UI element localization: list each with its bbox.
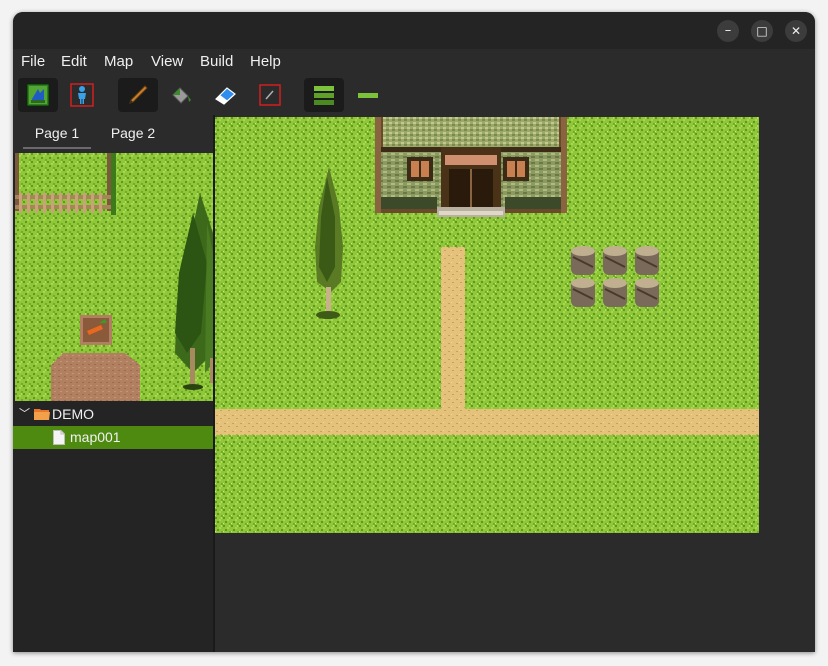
tileset-panel: Page 1 Page 2 ﹀ DEMO map001 bbox=[13, 115, 214, 652]
close-button[interactable]: ✕ bbox=[785, 20, 807, 42]
pencil-button[interactable] bbox=[118, 78, 158, 112]
pencil-icon bbox=[129, 85, 148, 104]
maximize-button[interactable]: □ bbox=[751, 20, 773, 42]
minimize-button[interactable]: – bbox=[717, 20, 739, 42]
menu-help[interactable]: Help bbox=[250, 52, 281, 72]
toolbar bbox=[13, 75, 815, 115]
stump bbox=[635, 278, 659, 307]
stump bbox=[603, 278, 627, 307]
menu-edit[interactable]: Edit bbox=[61, 52, 87, 72]
tileset-palette[interactable] bbox=[15, 153, 213, 401]
single-layer-icon bbox=[358, 93, 378, 98]
layer-event-button[interactable] bbox=[62, 78, 102, 112]
wooden-house bbox=[375, 117, 567, 217]
map-tree: ﹀ DEMO map001 bbox=[13, 403, 214, 449]
carrot-crop-tile bbox=[80, 315, 112, 345]
stump bbox=[603, 246, 627, 275]
tileset-tabs: Page 1 Page 2 bbox=[13, 115, 214, 153]
rectangle-tool-icon bbox=[259, 84, 281, 106]
folder-icon bbox=[34, 409, 50, 420]
title-bar: – □ ✕ bbox=[13, 12, 815, 49]
layers-stack-button[interactable] bbox=[304, 78, 344, 112]
tab-page-1[interactable]: Page 1 bbox=[23, 125, 91, 149]
layers-stack-icon bbox=[314, 86, 334, 105]
fill-bucket-button[interactable] bbox=[162, 78, 202, 112]
tree-map-label: map001 bbox=[70, 429, 121, 445]
stump bbox=[571, 278, 595, 307]
layer-event-icon bbox=[70, 83, 94, 107]
menu-map[interactable]: Map bbox=[104, 52, 133, 72]
vertical-dirt-path bbox=[441, 247, 465, 417]
menu-file[interactable]: File bbox=[21, 52, 45, 72]
eraser-button[interactable] bbox=[206, 78, 246, 112]
chevron-down-icon[interactable]: ﹀ bbox=[19, 403, 30, 426]
rectangle-tool-button[interactable] bbox=[250, 78, 290, 112]
map-canvas[interactable] bbox=[215, 117, 759, 533]
horizontal-dirt-path bbox=[215, 409, 759, 435]
tree-map-row[interactable]: map001 bbox=[13, 426, 214, 449]
menu-bar: File Edit Map View Build Help bbox=[13, 49, 815, 75]
file-icon bbox=[53, 430, 65, 445]
eraser-icon bbox=[215, 87, 236, 105]
layer-ground-icon bbox=[26, 83, 50, 107]
tab-page-2[interactable]: Page 2 bbox=[101, 125, 165, 149]
stump bbox=[571, 246, 595, 275]
dirt-patch-tile bbox=[51, 353, 140, 401]
app-window: – □ ✕ File Edit Map View Build Help Page… bbox=[13, 12, 815, 652]
menu-build[interactable]: Build bbox=[200, 52, 233, 72]
menu-view[interactable]: View bbox=[151, 52, 183, 72]
layer-ground-button[interactable] bbox=[18, 78, 58, 112]
map-viewport bbox=[215, 115, 815, 652]
tree-project-row[interactable]: ﹀ DEMO bbox=[13, 403, 214, 426]
single-layer-button[interactable] bbox=[348, 78, 388, 112]
fill-bucket-icon bbox=[172, 87, 191, 104]
tree-project-label: DEMO bbox=[52, 406, 94, 422]
stump bbox=[635, 246, 659, 275]
